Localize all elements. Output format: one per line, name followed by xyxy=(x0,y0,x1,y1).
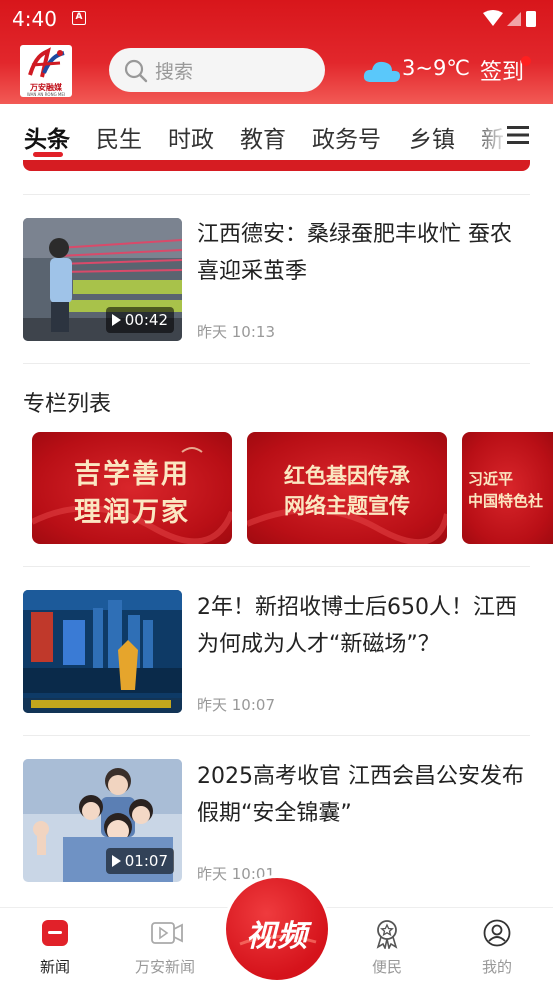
video-duration: 01:07 xyxy=(124,852,168,870)
video-duration-badge: 01:07 xyxy=(105,848,174,874)
menu-icon[interactable] xyxy=(507,125,531,149)
signal-battery-icons xyxy=(481,9,541,33)
divider xyxy=(23,735,530,736)
news-title: 2年！新招收博士后650人！江西为何成为人才“新磁场”？ xyxy=(197,595,517,657)
app-header: 4:40 A 万安融媒 WAN AN RONG MEI 搜索 3~9℃ 签到 xyxy=(0,0,553,104)
profile-icon xyxy=(483,919,511,951)
news-title: 2025高考收官 江西会昌公安发布假期“安全锦囊” xyxy=(197,764,524,826)
video-center-button[interactable]: 视频 xyxy=(226,878,328,980)
card-title-line2: 网络主题宣传 xyxy=(284,493,410,518)
signin-button[interactable]: 签到 xyxy=(480,54,524,86)
video-button-label: 视频 xyxy=(246,919,308,954)
search-bar[interactable]: 搜索 xyxy=(109,48,325,92)
status-bar: 4:40 A xyxy=(0,0,553,38)
search-icon xyxy=(124,59,148,87)
active-tab-indicator xyxy=(33,152,63,157)
tab-education[interactable]: 教育 xyxy=(240,120,286,154)
card-title-line2: 理润万家 xyxy=(74,497,190,528)
divider xyxy=(23,566,530,567)
play-icon xyxy=(111,314,121,326)
video-play-icon xyxy=(151,919,183,951)
play-icon xyxy=(111,855,121,867)
column-card[interactable]: 红色基因传承 网络主题宣传 xyxy=(247,432,447,544)
divider xyxy=(23,194,530,195)
tab-livelihood[interactable]: 民生 xyxy=(96,120,142,154)
card-title-line1: 吉学善用 xyxy=(74,459,190,490)
notification-icon: A xyxy=(72,11,86,25)
search-placeholder: 搜索 xyxy=(155,61,194,83)
cloud-icon xyxy=(362,58,402,88)
logo-subtext: WAN AN RONG MEI xyxy=(26,92,66,97)
section-title: 专栏列表 xyxy=(23,392,112,417)
news-title: 江西德安：桑绿蚕肥丰收忙 蚕农喜迎采茧季 xyxy=(197,222,512,284)
nav-label: 我的 xyxy=(481,958,512,976)
news-icon xyxy=(41,919,69,951)
tab-headlines[interactable]: 头条 xyxy=(24,120,70,154)
nav-label: 新闻 xyxy=(39,958,70,976)
news-thumbnail: 01:07 xyxy=(23,759,182,882)
nav-news[interactable]: 新闻 xyxy=(10,908,100,984)
tab-politics[interactable]: 时政 xyxy=(168,120,214,154)
card-title-line1: 习近平 xyxy=(468,470,514,488)
news-thumbnail: 00:42 xyxy=(23,218,182,341)
tab-government[interactable]: 政务号 xyxy=(312,120,381,154)
status-time: 4:40 xyxy=(12,7,57,31)
app-logo[interactable]: 万安融媒 WAN AN RONG MEI xyxy=(20,45,72,97)
nav-label: 万安新闻 xyxy=(134,958,195,976)
tab-townships[interactable]: 乡镇 xyxy=(409,120,455,154)
signin-notification-dot xyxy=(521,56,531,66)
nav-wanan-news[interactable]: 万安新闻 xyxy=(120,908,210,984)
column-card[interactable]: 习近平 中国特色社 xyxy=(462,432,553,544)
card-title-line2: 中国特色社 xyxy=(468,492,544,510)
category-tabs: 头条 民生 时政 教育 政务号 乡镇 新 xyxy=(0,104,553,162)
nav-label: 便民 xyxy=(371,958,402,976)
banner-carousel[interactable] xyxy=(23,160,530,171)
nav-profile[interactable]: 我的 xyxy=(452,908,542,984)
video-duration-badge: 00:42 xyxy=(105,307,174,333)
news-time: 昨天 10:07 xyxy=(197,696,275,714)
weather-temperature[interactable]: 3~9℃ xyxy=(402,56,470,80)
tabs-fade xyxy=(470,104,510,162)
nav-services[interactable]: 便民 xyxy=(342,908,432,984)
column-card[interactable]: 吉学善用 理润万家 xyxy=(32,432,232,544)
news-thumbnail xyxy=(23,590,182,713)
ribbon-badge-icon xyxy=(373,919,401,953)
card-title-line1: 红色基因传承 xyxy=(284,463,410,488)
video-duration: 00:42 xyxy=(124,311,168,329)
divider xyxy=(23,363,530,364)
news-time: 昨天 10:13 xyxy=(197,323,275,341)
